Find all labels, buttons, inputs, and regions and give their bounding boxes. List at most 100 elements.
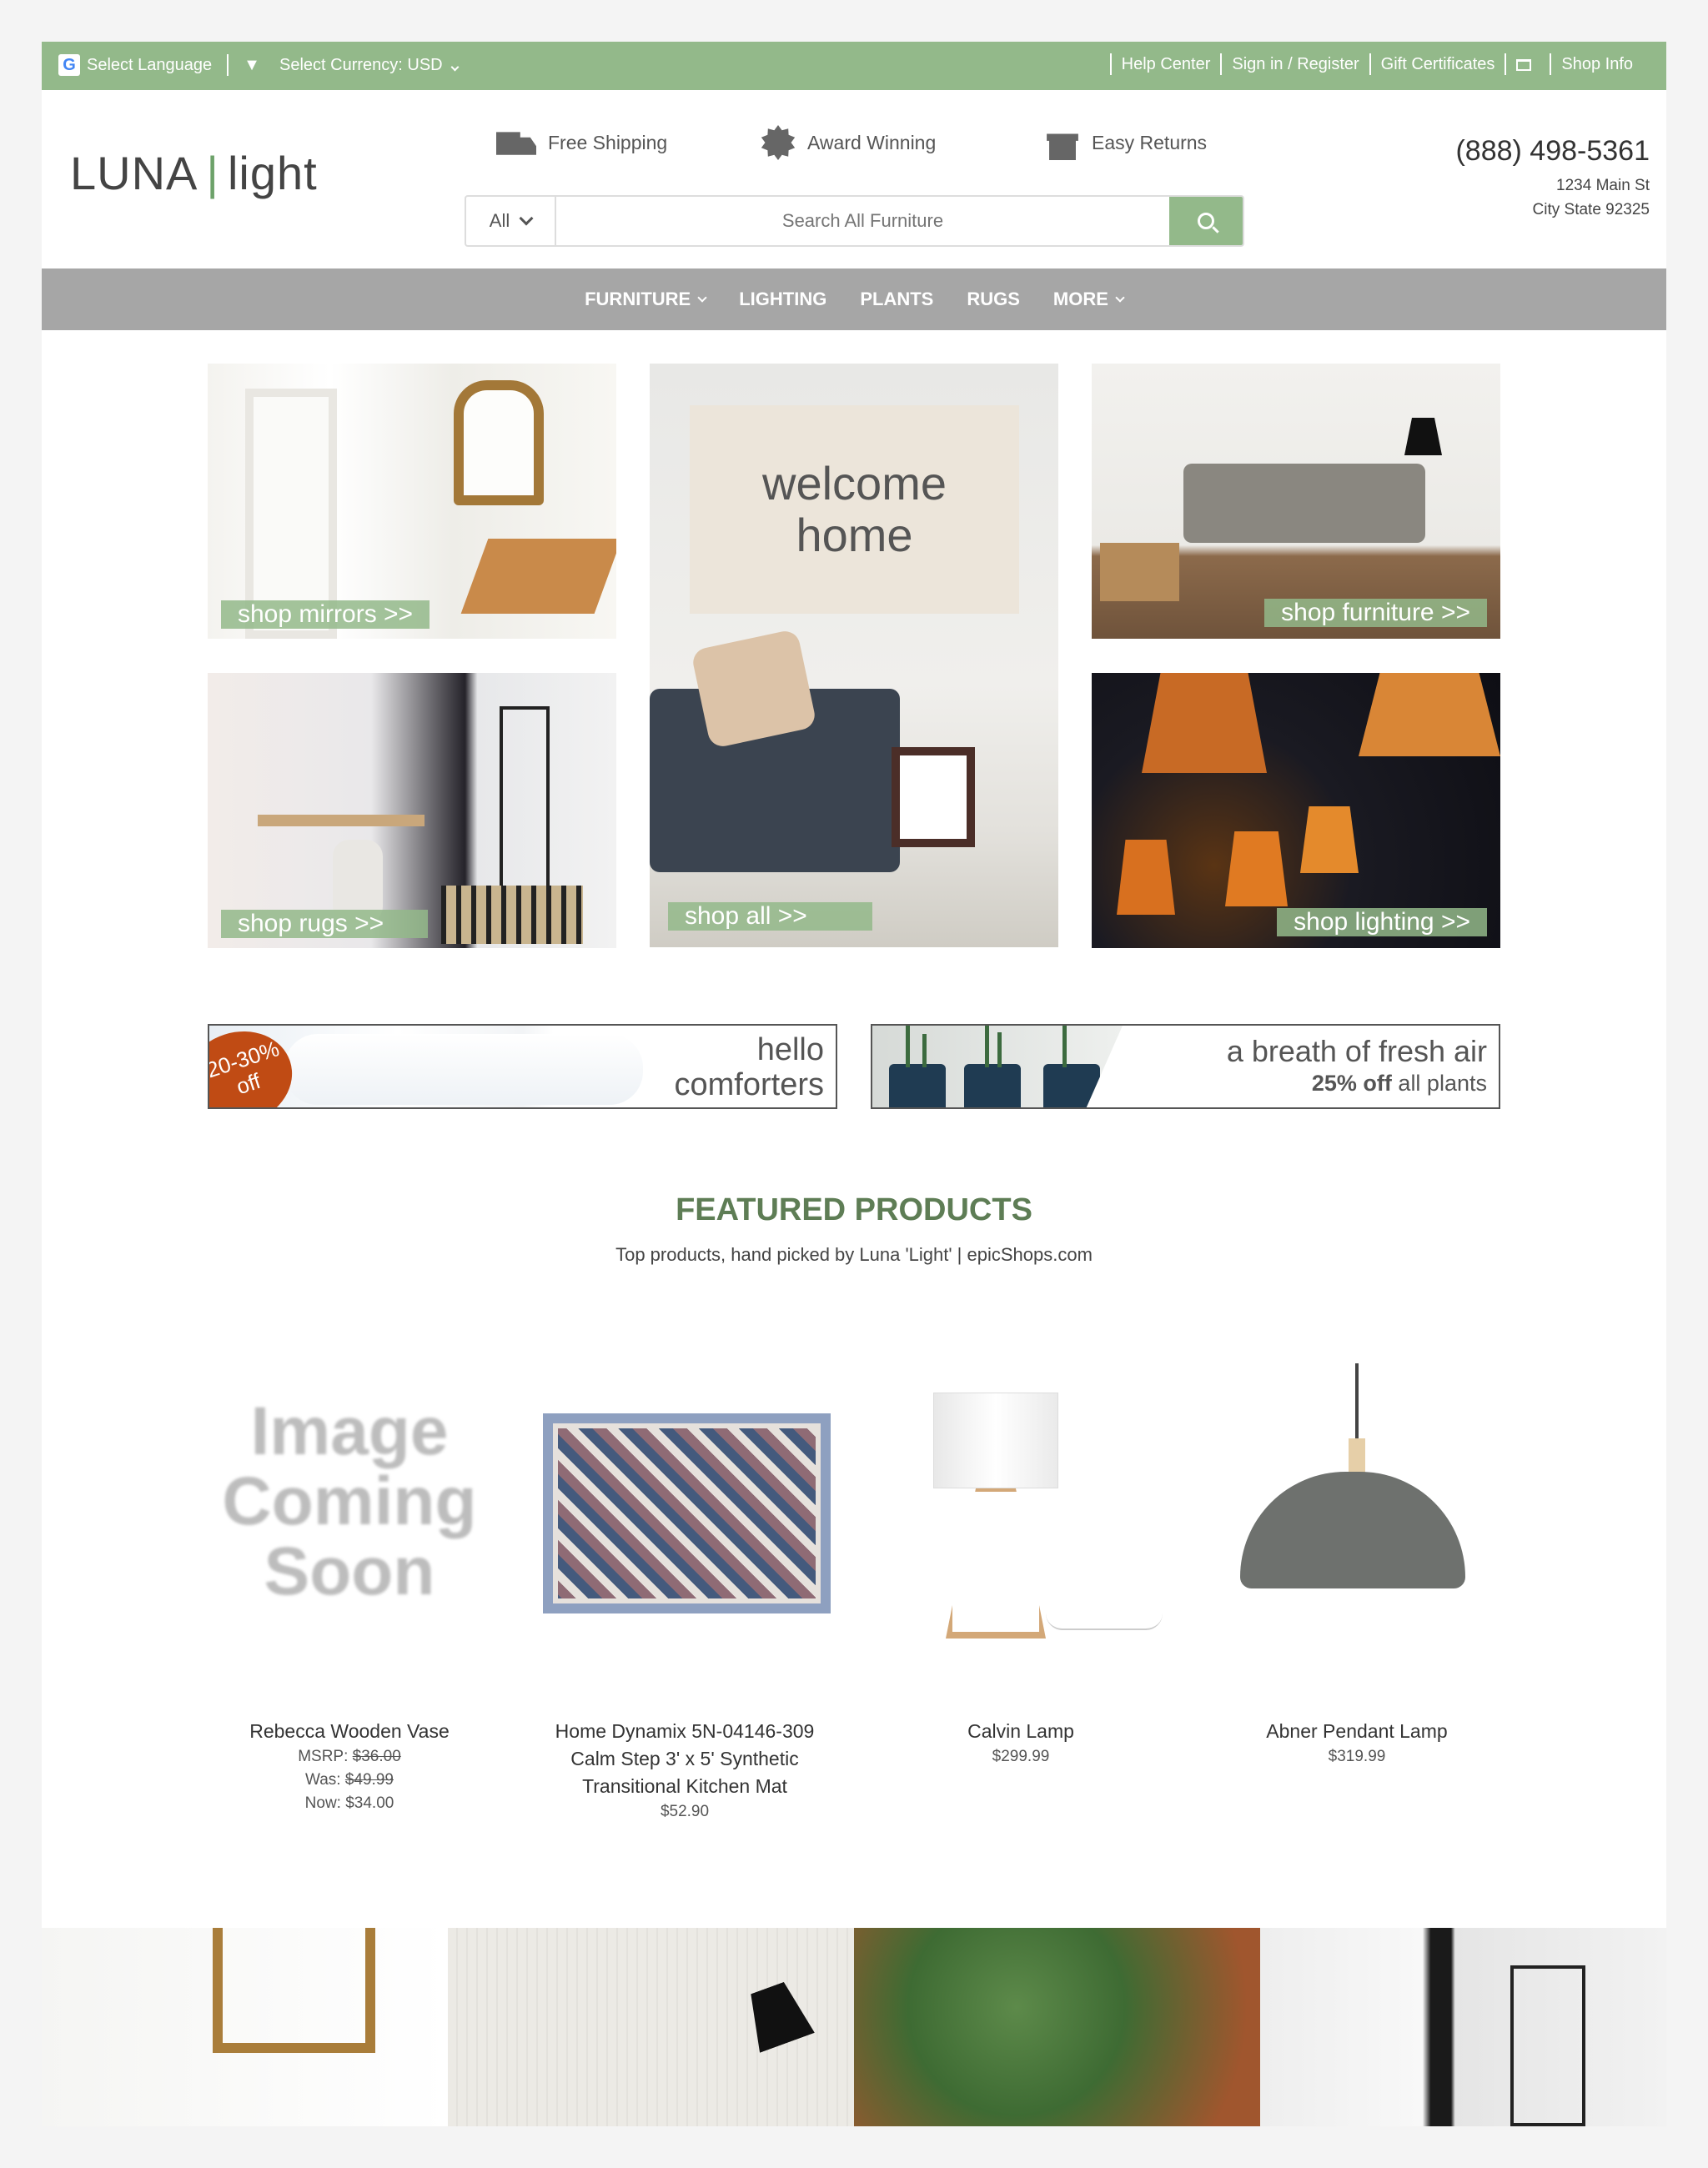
leaf-shape — [997, 1032, 1002, 1067]
product-name[interactable]: Calvin Lamp — [879, 1718, 1163, 1745]
placeholder-line: Coming — [222, 1463, 477, 1539]
strip-image-furniture[interactable] — [448, 1928, 854, 2126]
nav-item-more[interactable]: MORE — [1053, 289, 1125, 310]
nav-label: PLANTS — [860, 289, 934, 309]
main-nav: FURNITURE LIGHTING PLANTS RUGS MORE — [42, 268, 1666, 330]
store-address: 1234 Main St City State 92325 — [1533, 173, 1650, 222]
page: G Select Language ▼ Select Currency: USD… — [42, 42, 1666, 2126]
product-image[interactable] — [879, 1338, 1163, 1664]
product-card[interactable]: Calvin Lamp $299.99 — [879, 1338, 1163, 1769]
was-label: Was: — [305, 1771, 341, 1789]
product-price: $52.90 — [660, 1803, 710, 1820]
leaf-shape — [922, 1034, 927, 1067]
chevron-down-icon — [1115, 292, 1125, 303]
sign-in-link[interactable]: Sign in / Register — [1220, 53, 1369, 75]
gift-icon — [1047, 133, 1078, 160]
nav-item-rugs[interactable]: RUGS — [967, 289, 1020, 310]
logo-divider: | — [206, 147, 219, 199]
product-name[interactable]: Abner Pendant Lamp — [1215, 1718, 1499, 1745]
was-value: $49.99 — [344, 1771, 394, 1789]
tile-shop-mirrors[interactable]: shop mirrors >> — [208, 364, 616, 639]
lamp-shade-shape — [1117, 840, 1175, 915]
product-card[interactable]: Image Coming Soon Rebecca Wooden Vase MS… — [208, 1338, 491, 1815]
side-table-shape — [1100, 543, 1179, 601]
top-bar: G Select Language ▼ Select Currency: USD… — [42, 42, 1666, 90]
site-logo[interactable]: LUNA | light — [70, 146, 318, 200]
currency-selector[interactable]: Select Currency: USD — [279, 56, 460, 75]
strip-image-shelf[interactable] — [1260, 1928, 1666, 2126]
logo-light: light — [227, 147, 318, 199]
logo-luna: LUNA — [70, 147, 198, 199]
lamp-base-shape — [946, 1488, 1046, 1639]
plants-image — [872, 1026, 1123, 1107]
product-image[interactable] — [1215, 1338, 1499, 1664]
phone-number[interactable]: (888) 498-5361 — [1455, 135, 1650, 168]
promo-plants[interactable]: a breath of fresh air 25% off all plants — [871, 1024, 1500, 1109]
tile-shop-rugs[interactable]: shop rugs >> — [208, 673, 616, 948]
nav-item-furniture[interactable]: FURNITURE — [585, 289, 707, 310]
language-selector[interactable]: G Select Language ▼ — [58, 54, 260, 76]
search-input[interactable] — [556, 197, 1169, 245]
help-center-link[interactable]: Help Center — [1109, 53, 1221, 75]
promo-comforters[interactable]: 20-30% off hello comforters — [208, 1024, 837, 1109]
promo-line: hello — [756, 1032, 824, 1067]
chevron-down-icon — [697, 292, 707, 303]
search-category-select[interactable]: All — [466, 197, 556, 245]
welcome-sign: welcome home — [690, 405, 1019, 614]
language-dropdown-arrow[interactable]: ▼ — [244, 56, 260, 75]
leaf-shape — [1062, 1026, 1067, 1067]
pot-shape — [964, 1064, 1021, 1107]
leaf-shape — [985, 1026, 989, 1067]
discount-badge: 20-30% off — [209, 1026, 304, 1107]
product-was: Was: $49.99 — [208, 1769, 491, 1792]
tile-shop-all[interactable]: welcome home shop all >> — [650, 364, 1058, 947]
chair-shape — [460, 539, 616, 614]
placeholder-line: Soon — [264, 1533, 435, 1609]
product-price: $299.99 — [992, 1748, 1050, 1765]
google-translate-icon: G — [58, 54, 80, 76]
product-name[interactable]: Rebecca Wooden Vase — [208, 1718, 491, 1745]
lamp-shade-shape — [1359, 673, 1500, 756]
shelf-shape — [1510, 1965, 1585, 2126]
strip-image-mirror[interactable] — [42, 1928, 448, 2126]
tile-shop-furniture[interactable]: shop furniture >> — [1092, 364, 1500, 639]
shop-info-link[interactable]: Shop Info — [1550, 53, 1643, 75]
search-button[interactable] — [1169, 197, 1243, 245]
nav-label: FURNITURE — [585, 289, 691, 309]
tile-shop-lighting[interactable]: shop lighting >> — [1092, 673, 1500, 948]
product-card[interactable]: Home Dynamix 5N-04146-309 Calm Step 3' x… — [543, 1338, 831, 1824]
nav-item-lighting[interactable]: LIGHTING — [739, 289, 826, 310]
product-name[interactable]: Home Dynamix 5N-04146-309 Calm Step 3' x… — [543, 1718, 826, 1800]
search-category-value: All — [489, 210, 510, 231]
product-card[interactable]: Abner Pendant Lamp $319.99 — [1215, 1338, 1499, 1769]
tile-label: shop rugs >> — [221, 910, 428, 938]
pendant-cord-shape — [1355, 1363, 1359, 1438]
welcome-line: home — [796, 509, 913, 561]
nav-label: RUGS — [967, 289, 1020, 309]
sofa-shape — [1183, 464, 1425, 543]
cart-link[interactable] — [1505, 53, 1550, 75]
tile-label: shop furniture >> — [1264, 599, 1487, 627]
floor-lamp-shape — [1404, 418, 1442, 455]
msrp-value: $36.00 — [352, 1748, 401, 1765]
promo-rest: all plants — [1398, 1071, 1487, 1096]
product-now: Now: $34.00 — [304, 1794, 394, 1812]
pendant-shade-shape — [1240, 1472, 1465, 1588]
welcome-line: welcome — [762, 457, 947, 509]
truck-icon — [496, 132, 536, 155]
feature-label: Easy Returns — [1092, 131, 1208, 153]
picture-frame-shape — [892, 747, 975, 847]
lamp-shade-shape — [1142, 673, 1267, 773]
strip-image-plant[interactable] — [854, 1928, 1260, 2126]
lamp-shade-shape — [933, 1393, 1058, 1488]
search-bar: All — [465, 195, 1244, 247]
promo-line: 25% off all plants — [1227, 1071, 1487, 1097]
tile-label: shop lighting >> — [1277, 908, 1487, 936]
lamp-cord-shape — [1046, 1613, 1163, 1630]
product-image[interactable] — [543, 1338, 831, 1664]
product-image[interactable]: Image Coming Soon — [208, 1338, 491, 1664]
nav-item-plants[interactable]: PLANTS — [860, 289, 933, 310]
mirror-frame-shape — [213, 1928, 375, 2053]
feature-award-winning: Award Winning — [761, 125, 936, 160]
gift-certificates-link[interactable]: Gift Certificates — [1369, 53, 1505, 75]
